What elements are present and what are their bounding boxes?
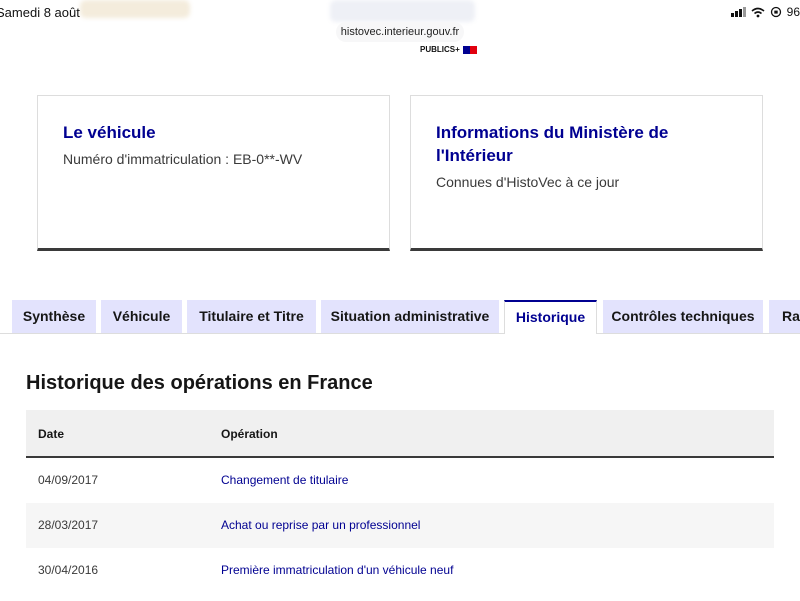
table-header: Date Opération: [26, 410, 774, 458]
status-time: Samedi 8 août: [0, 5, 80, 20]
row-operation: Changement de titulaire: [221, 473, 349, 487]
tab-titulaire-et-titre[interactable]: Titulaire et Titre: [187, 300, 316, 333]
registration-number: Numéro d'immatriculation : EB-0**-WV: [63, 151, 303, 167]
column-header-operation: Opération: [221, 427, 278, 441]
publics-plus-logo: PUBLICS+: [420, 45, 477, 54]
signal-icon: [730, 7, 746, 17]
wifi-icon: [751, 7, 765, 17]
row-date: 28/03/2017: [38, 518, 99, 532]
table-row: 28/03/2017 Achat ou reprise par un profe…: [26, 503, 774, 548]
history-table: Date Opération 04/09/2017 Changement de …: [26, 410, 774, 593]
blurred-background-shape: [80, 0, 190, 18]
tab-situation-administrative[interactable]: Situation administrative: [321, 300, 499, 333]
column-header-date: Date: [38, 427, 65, 441]
ministry-card-title-line1: Informations du Ministère de: [436, 123, 669, 142]
blurred-background-shape: [330, 0, 475, 22]
status-bar: Samedi 8 août 96: [0, 0, 800, 24]
vehicle-card-title: Le véhicule: [63, 123, 156, 142]
brand-logo-icon: [462, 45, 477, 54]
row-operation: Première immatriculation d'un véhicule n…: [221, 563, 454, 577]
tab-controles-techniques[interactable]: Contrôles techniques: [603, 300, 763, 333]
orientation-lock-icon: [770, 6, 781, 18]
ministry-card-title-line2: l'Intérieur: [436, 146, 513, 165]
tab-bar: Synthèse Véhicule Titulaire et Titre Sit…: [0, 300, 800, 334]
tab-rapport[interactable]: Rap: [769, 300, 800, 333]
table-row: 04/09/2017 Changement de titulaire: [26, 458, 774, 503]
url-bar[interactable]: histovec.interieur.gouv.fr: [336, 22, 464, 42]
status-indicators: 96: [730, 5, 800, 19]
tab-synthese[interactable]: Synthèse: [12, 300, 96, 333]
row-date: 04/09/2017: [38, 473, 99, 487]
table-row: 30/04/2016 Première immatriculation d'un…: [26, 548, 774, 593]
vehicle-card: Le véhicule Numéro d'immatriculation : E…: [37, 95, 390, 251]
tab-vehicule[interactable]: Véhicule: [101, 300, 182, 333]
history-heading: Historique des opérations en France: [26, 372, 373, 394]
ministry-info-card: Informations du Ministère de l'Intérieur…: [410, 95, 763, 251]
row-date: 30/04/2016: [38, 563, 99, 577]
tab-historique[interactable]: Historique: [504, 300, 597, 334]
ministry-card-subtitle: Connues d'HistoVec à ce jour: [436, 174, 620, 190]
row-operation: Achat ou reprise par un professionnel: [221, 518, 421, 532]
brand-label: PUBLICS+: [420, 45, 460, 54]
battery-level: 96: [786, 5, 800, 19]
